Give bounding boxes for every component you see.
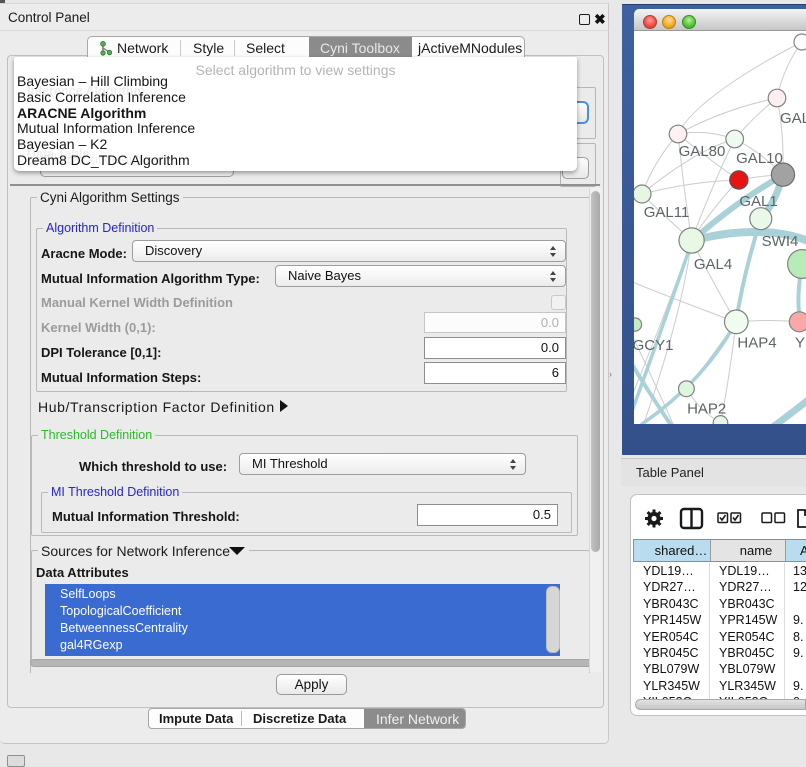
svg-text:GAL10: GAL10 — [736, 150, 783, 167]
svg-text:SWI4: SWI4 — [762, 233, 799, 250]
svg-text:GAL11: GAL11 — [644, 204, 690, 221]
svg-text:GAL7: GAL7 — [780, 110, 806, 127]
svg-text:GAL1: GAL1 — [739, 193, 777, 210]
svg-text:HAP4: HAP4 — [737, 335, 776, 352]
svg-text:YBR: YBR — [795, 335, 806, 352]
svg-text:GCY1: GCY1 — [634, 337, 673, 354]
svg-text:HAP2: HAP2 — [687, 401, 726, 418]
svg-text:GAL80: GAL80 — [679, 143, 726, 160]
svg-text:GAL4: GAL4 — [694, 256, 732, 273]
